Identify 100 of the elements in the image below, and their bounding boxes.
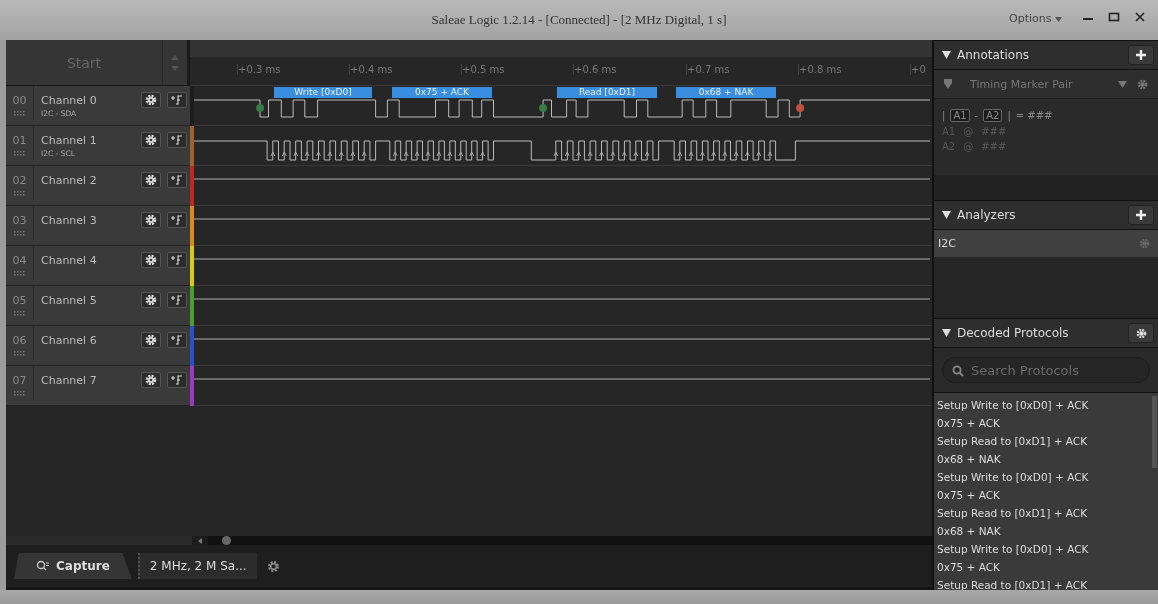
options-menu[interactable]: Options xyxy=(1009,12,1062,25)
channel-name: Channel 0 xyxy=(41,94,98,107)
gear-icon[interactable] xyxy=(266,559,280,573)
gear-icon xyxy=(1135,327,1147,339)
decoded-row[interactable]: 0x75 + ACK xyxy=(934,414,1152,432)
channel-name: Channel 5 xyxy=(41,294,98,307)
add-button[interactable] xyxy=(1128,205,1154,225)
settings-button[interactable] xyxy=(141,172,161,188)
channel-header[interactable]: 04 Channel 4 xyxy=(6,246,190,286)
caret-icon xyxy=(1055,17,1062,22)
session-tab[interactable]: 2 MHz, 2 M Sa... xyxy=(137,553,257,579)
grip-icon[interactable] xyxy=(13,351,26,357)
channel-number: 00 xyxy=(12,94,27,107)
marker-reading: ### xyxy=(981,141,1007,152)
add-button[interactable] xyxy=(1128,45,1154,65)
gear-icon xyxy=(145,294,157,306)
trigger-button[interactable] xyxy=(167,132,187,148)
grip-icon[interactable] xyxy=(13,111,26,117)
annotations-header[interactable]: Annotations xyxy=(942,48,1030,62)
channel-name: Channel 4 xyxy=(41,254,98,267)
channel-name: Channel 7 xyxy=(41,374,98,387)
grip-icon[interactable] xyxy=(13,231,26,237)
trigger-button[interactable] xyxy=(167,372,187,388)
search-field[interactable]: Search Protocols xyxy=(942,357,1150,383)
decoded-row[interactable]: 0x75 + ACK xyxy=(934,558,1152,576)
channel-number: 03 xyxy=(12,214,27,227)
gear-icon xyxy=(145,214,157,226)
decoded-row[interactable]: 0x75 + ACK xyxy=(934,486,1152,504)
search-icon xyxy=(36,560,50,572)
settings-button[interactable] xyxy=(141,332,161,348)
channel-name: Channel 3 xyxy=(41,214,98,227)
close-icon xyxy=(1134,12,1146,22)
time-label: +0.4 ms xyxy=(349,64,393,75)
channel-header[interactable]: 03 Channel 3 xyxy=(6,206,190,246)
decoded-row[interactable]: Setup Read to [0xD1] + ACK xyxy=(934,504,1152,522)
scroll-left-icon[interactable] xyxy=(196,536,204,545)
settings-button[interactable] xyxy=(141,372,161,388)
gear-icon xyxy=(145,134,157,146)
grip-icon[interactable] xyxy=(13,311,26,317)
vertical-scrollbar[interactable] xyxy=(1152,396,1157,468)
channel-header[interactable]: 05 Channel 5 xyxy=(6,286,190,326)
formula-text: - xyxy=(974,110,979,121)
settings-button[interactable] xyxy=(141,252,161,268)
analyzer-item[interactable]: I2C xyxy=(934,230,1158,257)
marker-reading: @ xyxy=(963,141,974,152)
trigger-button[interactable] xyxy=(167,172,187,188)
analyzers-header[interactable]: Analyzers xyxy=(942,208,1016,222)
horizontal-scrollbar[interactable] xyxy=(208,536,932,545)
settings-button[interactable] xyxy=(141,132,161,148)
channel-name: Channel 1 xyxy=(41,134,98,147)
trigger-button[interactable] xyxy=(167,92,187,108)
gear-icon[interactable] xyxy=(1137,78,1148,90)
settings-button[interactable] xyxy=(141,292,161,308)
marker-chip[interactable]: A2 xyxy=(983,109,1003,122)
stop-dot-icon xyxy=(796,104,805,112)
formula-text: = ### xyxy=(1015,110,1053,121)
trigger-button[interactable] xyxy=(167,292,187,308)
decoded-row[interactable]: Setup Write to [0xD0] + ACK xyxy=(934,468,1152,486)
formula-text: | xyxy=(1007,110,1011,121)
trigger-button[interactable] xyxy=(167,252,187,268)
search-icon xyxy=(952,365,964,377)
dropdown-arrow-icon[interactable] xyxy=(1118,80,1127,88)
marker-pin-icon xyxy=(944,79,952,89)
plus-icon xyxy=(1136,50,1146,60)
settings-button[interactable] xyxy=(141,212,161,228)
rising-edge-icon xyxy=(170,214,184,226)
time-label: +0.8 ms xyxy=(798,64,842,75)
settings-button[interactable] xyxy=(1128,323,1154,343)
grip-icon[interactable] xyxy=(13,271,26,277)
decoded-row[interactable]: 0x68 + NAK xyxy=(934,450,1152,468)
gear-icon xyxy=(145,334,157,346)
start-dot-icon xyxy=(539,104,548,112)
collapse-triangle-icon xyxy=(942,211,951,219)
channel-number: 06 xyxy=(12,334,27,347)
decoded-row[interactable]: Setup Write to [0xD0] + ACK xyxy=(934,540,1152,558)
decoded-row[interactable]: 0x68 + NAK xyxy=(934,522,1152,540)
rising-edge-icon xyxy=(170,334,184,346)
channel-header[interactable]: 06 Channel 6 xyxy=(6,326,190,366)
trigger-button[interactable] xyxy=(167,332,187,348)
capture-tab[interactable]: Capture xyxy=(14,553,132,579)
channel-number: 07 xyxy=(12,374,27,387)
time-label: +0.3 ms xyxy=(237,64,281,75)
decoded-row[interactable]: Setup Read to [0xD1] + ACK xyxy=(934,432,1152,450)
trigger-button[interactable] xyxy=(167,212,187,228)
plus-icon xyxy=(1136,210,1146,220)
channel-header[interactable]: 07 Channel 7 xyxy=(6,366,190,406)
formula-text: | xyxy=(942,110,946,121)
channel-number: 01 xyxy=(12,134,27,147)
settings-button[interactable] xyxy=(141,92,161,108)
grip-icon[interactable] xyxy=(13,191,26,197)
marker-chip[interactable]: A1 xyxy=(950,109,970,122)
channel-header[interactable]: 02 Channel 2 xyxy=(6,166,190,206)
gear-icon xyxy=(145,374,157,386)
collapse-triangle-icon xyxy=(942,51,951,59)
decoded-row[interactable]: Setup Write to [0xD0] + ACK xyxy=(934,396,1152,414)
time-label: +0.5 ms xyxy=(461,64,505,75)
marker-reading: ### xyxy=(981,126,1007,137)
grip-icon[interactable] xyxy=(13,151,26,157)
gear-icon xyxy=(145,254,157,266)
grip-icon[interactable] xyxy=(13,391,26,397)
